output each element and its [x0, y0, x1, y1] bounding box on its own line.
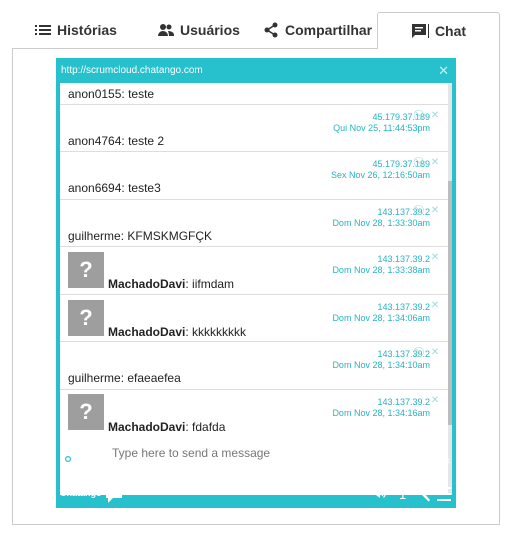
- compose-bar: # Type here to send a message A: [56, 439, 456, 479]
- list-item: 143.137.39.2Dom Nov 28, 1:34:10am ⃠✕ gui…: [60, 342, 448, 390]
- text-cursor: [427, 24, 429, 38]
- ban-icon[interactable]: ⃠: [414, 110, 428, 121]
- tab-label: Histórias: [57, 22, 117, 38]
- chat-footer: Chatango 1: [56, 480, 456, 508]
- chat-url[interactable]: http://scrumcloud.chatango.com: [61, 65, 203, 76]
- message-meta: 143.137.39.2 Dom Nov 28, 1:33:38am: [332, 254, 430, 276]
- font-style-icon[interactable]: A: [439, 448, 450, 466]
- ban-icon[interactable]: ⃠: [414, 205, 428, 216]
- emoji-icon[interactable]: [414, 451, 430, 467]
- speaker-icon[interactable]: [372, 486, 386, 500]
- list-item: ? 143.137.39.2 Dom Nov 28, 1:33:38am ✕ Ma…: [60, 247, 448, 295]
- message-time: Dom Nov 28, 1:33:30am: [332, 218, 430, 228]
- message-ip[interactable]: 143.137.39.2: [332, 397, 430, 408]
- list-item: ? 143.137.39.2 Dom Nov 28, 1:34:16am ✕ Ma…: [60, 390, 448, 438]
- message-text: anon6694: teste3: [68, 181, 161, 195]
- message-text: MachadoDavi: kkkkkkkkk: [108, 325, 247, 339]
- message-ip[interactable]: 143.137.39.2: [332, 254, 430, 265]
- tab-usuarios[interactable]: Usuários: [158, 12, 240, 48]
- message-text: anon4764: teste 2: [68, 134, 165, 148]
- scrollbar-thumb[interactable]: [448, 181, 452, 425]
- message-actions: ⃠✕: [414, 110, 442, 121]
- message-actions: ⃠✕: [414, 347, 442, 358]
- tab-label: Usuários: [180, 22, 240, 38]
- tab-chat[interactable]: Chat: [377, 12, 500, 49]
- delete-icon[interactable]: ✕: [428, 205, 442, 216]
- list-item: 45.179.37.189Qui Nov 25, 11:44:53pm ⃠✕ a…: [60, 105, 448, 152]
- chat-bubble-icon: [106, 484, 122, 503]
- message-meta: 143.137.39.2 Dom Nov 28, 1:34:16am: [332, 397, 430, 419]
- tab-label: Chat: [434, 23, 467, 39]
- delete-icon[interactable]: ✕: [428, 110, 442, 121]
- list-item: anon0155: teste: [60, 83, 448, 105]
- message-ip[interactable]: 143.137.39.2: [332, 302, 430, 313]
- hashtag-icon[interactable]: #: [83, 450, 91, 466]
- chat-icon: [411, 24, 426, 38]
- camera-icon[interactable]: [60, 451, 76, 465]
- avatar[interactable]: ?: [68, 394, 104, 430]
- delete-icon[interactable]: ✕: [428, 157, 442, 168]
- share-icon: [264, 22, 278, 38]
- list-item: 143.137.39.2Dom Nov 28, 1:33:30am ⃠✕ gui…: [60, 200, 448, 247]
- users-icon: [158, 24, 174, 36]
- tab-bar: Histórias Usuários Compartilhar Chat: [12, 12, 500, 49]
- list-item: 45.179.37.189Sex Nov 26, 12:16:50am ⃠✕ a…: [60, 152, 448, 200]
- delete-icon[interactable]: ✕: [428, 300, 442, 311]
- tab-label: Compartilhar: [285, 22, 373, 38]
- close-icon[interactable]: ✕: [438, 63, 449, 79]
- message-time: Sex Nov 26, 12:16:50am: [330, 170, 430, 180]
- tab-historias[interactable]: Histórias: [35, 12, 117, 48]
- delete-icon[interactable]: ✕: [428, 395, 442, 406]
- message-time: Dom Nov 28, 1:34:16am: [332, 408, 430, 418]
- avatar[interactable]: ?: [68, 252, 104, 288]
- user-count[interactable]: 1: [399, 487, 406, 502]
- message-actions: ✕: [428, 395, 442, 406]
- tab-compartilhar[interactable]: Compartilhar: [263, 12, 372, 48]
- delete-icon[interactable]: ✕: [428, 347, 442, 358]
- message-text: guilherme: KFMSKMGFÇK: [68, 229, 213, 243]
- message-input[interactable]: Type here to send a message: [104, 439, 408, 479]
- ban-icon[interactable]: ⃠: [414, 347, 428, 358]
- message-time: Dom Nov 28, 1:34:06am: [332, 313, 430, 323]
- message-text: MachadoDavi: iifmdam: [108, 277, 235, 291]
- message-actions: ✕: [428, 252, 442, 263]
- list-icon: [35, 25, 51, 35]
- message-list: anon0155: teste 45.179.37.189 Qui Nov 25,…: [60, 83, 448, 495]
- avatar[interactable]: ?: [68, 300, 104, 336]
- message-text: anon0155: teste: [68, 87, 155, 101]
- message-text: MachadoDavi: fdafda: [108, 420, 226, 434]
- message-time: Dom Nov 28, 1:34:10am: [332, 360, 430, 370]
- scrollbar[interactable]: [448, 83, 452, 495]
- message-actions: ✕: [428, 300, 442, 311]
- message-meta: 143.137.39.2 Dom Nov 28, 1:34:06am: [332, 302, 430, 324]
- message-actions: ⃠✕: [414, 157, 442, 168]
- message-time: Dom Nov 28, 1:33:38am: [332, 265, 430, 275]
- message-time: Qui Nov 25, 11:44:53pm: [333, 123, 430, 133]
- delete-icon[interactable]: ✕: [428, 252, 442, 263]
- chat-header: http://scrumcloud.chatango.com ✕: [56, 58, 456, 82]
- message-text: guilherme: efaeaefea: [68, 371, 181, 385]
- menu-icon[interactable]: [437, 487, 451, 501]
- chat-widget: http://scrumcloud.chatango.com ✕ anon015…: [56, 58, 456, 508]
- moderation-hammer-icon[interactable]: [416, 486, 432, 502]
- message-actions: ⃠✕: [414, 205, 442, 216]
- chatango-logo[interactable]: Chatango: [60, 488, 102, 498]
- ban-icon[interactable]: ⃠: [414, 157, 428, 168]
- list-item: ? 143.137.39.2 Dom Nov 28, 1:34:06am ✕ Ma…: [60, 295, 448, 342]
